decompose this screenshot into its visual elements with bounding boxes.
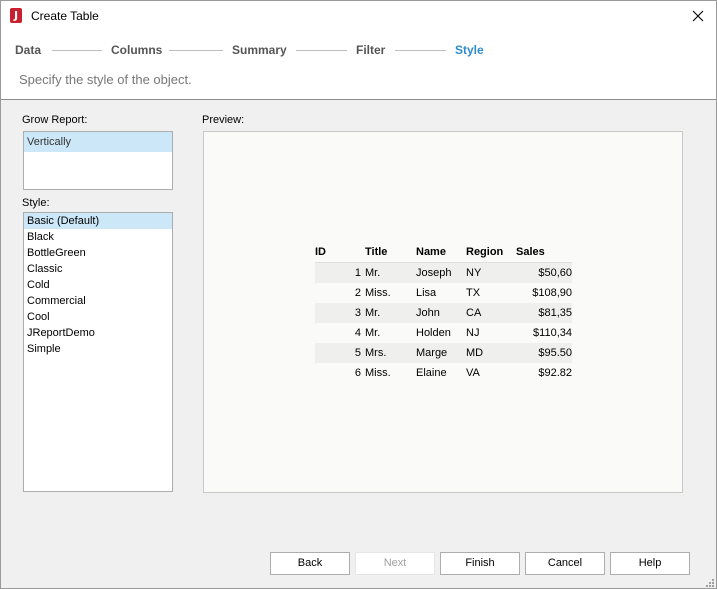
cell-title: Mr. xyxy=(365,262,416,283)
step-filter[interactable]: Filter xyxy=(356,43,385,57)
cell-name: Joseph xyxy=(416,262,466,283)
cell-region: VA xyxy=(466,367,480,379)
cell-region: NJ xyxy=(466,327,480,339)
header-title: Title xyxy=(365,246,388,258)
grow-report-label: Grow Report: xyxy=(22,114,88,126)
cell-sales: $110,34 xyxy=(533,327,572,339)
cell-region: NY xyxy=(466,262,516,283)
style-preview-panel: ID Title Name Region Sales 1 Mr. Joseph … xyxy=(203,131,683,493)
next-button[interactable]: Next xyxy=(355,552,435,575)
table-row: 2 Miss. Lisa TX $108,90 xyxy=(315,283,572,303)
header-sales: Sales xyxy=(516,246,545,258)
style-item-bottlegreen[interactable]: BottleGreen xyxy=(24,245,172,261)
step-description: Specify the style of the object. xyxy=(19,72,192,87)
preview-header-row: ID Title Name Region Sales xyxy=(315,242,572,263)
cell-title: Mr. xyxy=(365,327,381,339)
header-id: ID xyxy=(315,246,326,258)
cell-name: Elaine xyxy=(416,367,447,379)
cell-title: Miss. xyxy=(365,287,391,299)
cell-title: Mrs. xyxy=(365,343,416,363)
style-item-basic-default[interactable]: Basic (Default) xyxy=(24,213,172,229)
finish-button[interactable]: Finish xyxy=(440,552,520,575)
cell-id: 2 xyxy=(354,287,361,299)
style-label: Style: xyxy=(22,197,50,209)
create-table-dialog: J Create Table Data Columns Summary Filt… xyxy=(0,0,717,589)
jreport-app-icon: J xyxy=(10,8,22,23)
style-item-commercial[interactable]: Commercial xyxy=(24,293,172,309)
table-row: 3 Mr. John CA $81,35 xyxy=(315,303,572,323)
style-item-cold[interactable]: Cold xyxy=(24,277,172,293)
cancel-button[interactable]: Cancel xyxy=(525,552,605,575)
style-item-cool[interactable]: Cool xyxy=(24,309,172,325)
title-bar: J Create Table xyxy=(1,1,716,31)
close-button[interactable] xyxy=(687,5,709,27)
table-row: 5 Mrs. Marge MD $95.50 xyxy=(315,343,572,363)
cell-id: 6 xyxy=(354,367,361,379)
grow-report-item-vertically[interactable]: Vertically xyxy=(24,132,172,152)
style-item-black[interactable]: Black xyxy=(24,229,172,245)
cell-title: Miss. xyxy=(365,367,391,379)
cell-id: 1 xyxy=(315,262,365,283)
table-row: 6 Miss. Elaine VA $92.82 xyxy=(315,363,572,383)
cell-id: 4 xyxy=(354,327,361,339)
cell-name: John xyxy=(416,303,466,323)
cell-sales: $108,90 xyxy=(532,287,572,299)
cell-region: CA xyxy=(466,303,516,323)
cell-name: Lisa xyxy=(416,287,437,299)
step-data[interactable]: Data xyxy=(15,43,41,57)
table-row: 4 Mr. Holden NJ $110,34 xyxy=(315,323,572,343)
preview-table: ID Title Name Region Sales 1 Mr. Joseph … xyxy=(315,242,572,383)
resize-grip-icon[interactable] xyxy=(704,577,715,588)
step-columns[interactable]: Columns xyxy=(111,43,162,57)
header-name: Name xyxy=(416,246,446,258)
style-item-classic[interactable]: Classic xyxy=(24,261,172,277)
window-title: Create Table xyxy=(31,9,99,23)
cell-name: Holden xyxy=(416,327,451,339)
cell-sales: $92.82 xyxy=(538,367,572,379)
cell-sales: $50,60 xyxy=(516,262,572,283)
step-summary[interactable]: Summary xyxy=(232,43,287,57)
step-connector xyxy=(395,50,446,51)
cell-sales: $81,35 xyxy=(516,303,572,323)
table-row: 1 Mr. Joseph NY $50,60 xyxy=(315,262,572,283)
preview-label: Preview: xyxy=(202,114,245,126)
style-item-simple[interactable]: Simple xyxy=(24,341,172,357)
cell-name: Marge xyxy=(416,343,466,363)
step-connector xyxy=(169,50,223,51)
style-list[interactable]: Basic (Default) Black BottleGreen Classi… xyxy=(23,212,173,492)
cell-region: MD xyxy=(466,343,516,363)
cell-id: 5 xyxy=(315,343,365,363)
step-style[interactable]: Style xyxy=(455,43,484,57)
step-connector xyxy=(52,50,102,51)
close-icon xyxy=(692,10,704,22)
cell-id: 3 xyxy=(315,303,365,323)
wizard-header: Data Columns Summary Filter Style Specif… xyxy=(1,31,716,100)
cell-sales: $95.50 xyxy=(516,343,572,363)
cell-region: TX xyxy=(466,287,481,299)
back-button[interactable]: Back xyxy=(270,552,350,575)
grow-report-list[interactable]: Vertically xyxy=(23,131,173,190)
style-item-jreportdemo[interactable]: JReportDemo xyxy=(24,325,172,341)
header-region: Region xyxy=(466,246,504,258)
help-button[interactable]: Help xyxy=(610,552,690,575)
cell-title: Mr. xyxy=(365,303,416,323)
step-connector xyxy=(296,50,347,51)
